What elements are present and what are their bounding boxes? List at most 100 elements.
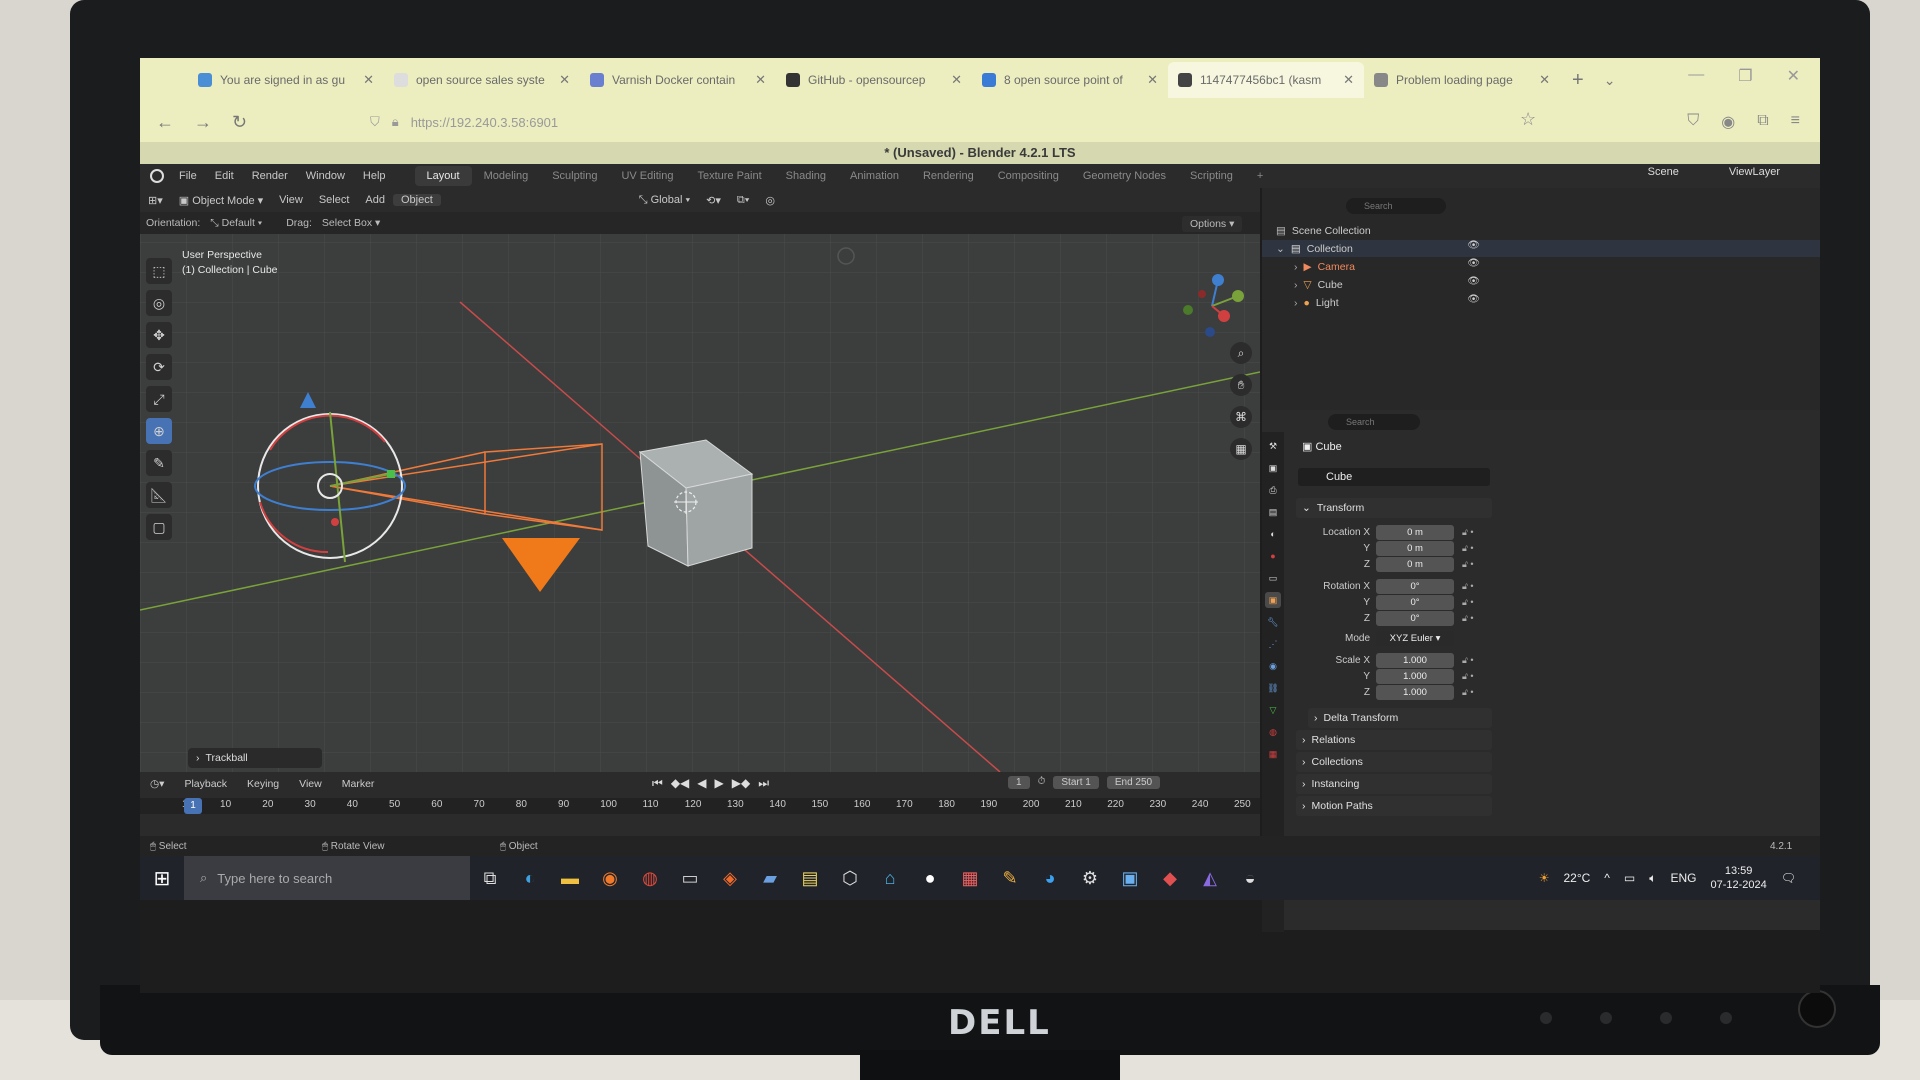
maximize-icon[interactable]: ❐	[1738, 66, 1752, 86]
notepad-icon[interactable]: ▤	[790, 856, 830, 900]
blender-logo-icon[interactable]	[150, 169, 164, 183]
tab-modeling[interactable]: Modeling	[472, 170, 541, 182]
tab-close-icon[interactable]: ✕	[1147, 72, 1158, 88]
scale-x-field[interactable]: 1.000	[1376, 652, 1454, 668]
camera-view-icon[interactable]: ⌘	[1230, 406, 1252, 428]
rotate-tool-icon[interactable]: ⟳	[146, 354, 172, 380]
mode-selector[interactable]: ▣ Object Mode ▾	[171, 194, 271, 207]
transform-section-header[interactable]: ⌄ Transform	[1296, 498, 1492, 518]
view-layer-selector[interactable]: ViewLayer	[1729, 166, 1780, 178]
notifications-icon[interactable]: 🗨︎	[1781, 871, 1796, 885]
timeline-menu-view[interactable]: View	[289, 778, 332, 790]
monitor-button[interactable]	[1540, 1012, 1552, 1024]
menu-file[interactable]: File	[170, 170, 206, 182]
scale-y-field[interactable]: 1.000	[1376, 668, 1454, 684]
tab-compositing[interactable]: Compositing	[986, 170, 1071, 182]
account-icon[interactable]: ◉	[1721, 112, 1735, 132]
outliner-scene-collection[interactable]: ▤ Scene Collection	[1262, 222, 1820, 239]
app-icon[interactable]: ◈	[710, 856, 750, 900]
menu-icon[interactable]: ≡	[1791, 112, 1800, 132]
tab-animation[interactable]: Animation	[838, 170, 911, 182]
play-reverse-icon[interactable]: ◀	[697, 776, 706, 791]
timeline-editor-type-icon[interactable]: ◷▾	[140, 778, 174, 790]
url-field[interactable]: ⛉ 🔒︎ https://192.240.3.58:6901	[370, 108, 1520, 136]
lock-icon[interactable]: 🔓︎ •	[1462, 581, 1473, 592]
proportional-edit-icon[interactable]: ◎	[757, 194, 783, 207]
settings-gear-icon[interactable]: ⚙	[1070, 856, 1110, 900]
header-select[interactable]: Select	[311, 194, 358, 206]
prev-keyframe-icon[interactable]: ◆◀	[671, 776, 689, 791]
tab-geometry-nodes[interactable]: Geometry Nodes	[1071, 170, 1178, 182]
browser-tab[interactable]: 8 open source point of ✕	[972, 62, 1168, 98]
tab-rendering[interactable]: Rendering	[911, 170, 986, 182]
transform-tool-icon[interactable]: ⊕	[146, 418, 172, 444]
constraints-tab-icon[interactable]: ⛓	[1265, 680, 1281, 696]
header-add[interactable]: Add	[357, 194, 393, 206]
monitor-button[interactable]	[1720, 1012, 1732, 1024]
material-tab-icon[interactable]: ◍	[1265, 724, 1281, 740]
tray-chevron-up-icon[interactable]: ^	[1604, 871, 1610, 885]
next-keyframe-icon[interactable]: ▶◆	[732, 776, 750, 791]
outliner-item-cube[interactable]: › ▽ Cube	[1262, 276, 1820, 293]
tab-uv-editing[interactable]: UV Editing	[609, 170, 685, 182]
browser-tab[interactable]: GitHub - opensourcep ✕	[776, 62, 972, 98]
app-icon[interactable]: ▦	[950, 856, 990, 900]
timeline-ruler[interactable]: 1102030405060708090100110120130140150160…	[140, 798, 1260, 814]
tab-sculpting[interactable]: Sculpting	[540, 170, 609, 182]
extensions-icon[interactable]: ⧉	[1757, 112, 1768, 132]
delta-transform-section[interactable]: › Delta Transform	[1308, 708, 1492, 728]
volume-icon[interactable]: 🔈︎	[1649, 871, 1656, 886]
modifier-tab-icon[interactable]: 🔧︎	[1265, 614, 1281, 630]
network-icon[interactable]: ▭	[1624, 871, 1635, 885]
relations-section[interactable]: › Relations	[1296, 730, 1492, 750]
menu-edit[interactable]: Edit	[206, 170, 243, 182]
app-icon[interactable]: ◆	[1150, 856, 1190, 900]
header-object[interactable]: Object	[392, 194, 441, 206]
lock-icon[interactable]: 🔓︎ •	[1462, 527, 1473, 538]
rotation-x-field[interactable]: 0°	[1376, 578, 1454, 594]
bookmark-star-icon[interactable]: ☆	[1520, 109, 1536, 130]
outliner-search[interactable]: Search	[1346, 198, 1446, 214]
scale-z-field[interactable]: 1.000	[1376, 684, 1454, 700]
taskbar-search[interactable]: ⌕ Type here to search	[184, 856, 470, 900]
collection-tab-icon[interactable]: ▭	[1265, 570, 1281, 586]
location-z-field[interactable]: 0 m	[1376, 556, 1454, 572]
physics-tab-icon[interactable]: ◉	[1265, 658, 1281, 674]
windows-start-icon[interactable]: ⊞	[140, 856, 184, 900]
tab-close-icon[interactable]: ✕	[755, 72, 766, 88]
location-x-field[interactable]: 0 m	[1376, 524, 1454, 540]
tab-layout[interactable]: Layout	[414, 166, 472, 186]
tool-tab-icon[interactable]: ⚒	[1265, 438, 1281, 454]
data-tab-icon[interactable]: ▽	[1265, 702, 1281, 718]
menu-help[interactable]: Help	[354, 170, 395, 182]
zoom-icon[interactable]: ⌕	[1230, 342, 1252, 364]
clock[interactable]: 13:59 07-12-2024	[1710, 864, 1766, 892]
browser-tab[interactable]: 1147477456bc1 (kasm ✕	[1168, 62, 1364, 98]
menu-window[interactable]: Window	[297, 170, 354, 182]
eye-icon[interactable]: 👁︎	[1467, 240, 1480, 251]
pan-hand-icon[interactable]: ✋︎	[1230, 374, 1252, 396]
tab-close-icon[interactable]: ✕	[1539, 72, 1550, 88]
cube-app-icon[interactable]: ⬡	[830, 856, 870, 900]
power-button[interactable]	[1798, 990, 1836, 1028]
chrome-icon[interactable]: ◍	[630, 856, 670, 900]
app-icon[interactable]: ◕	[1030, 856, 1070, 900]
browser-tab[interactable]: Varnish Docker contain ✕	[580, 62, 776, 98]
texture-tab-icon[interactable]: ▦	[1265, 746, 1281, 762]
view-layer-tab-icon[interactable]: ▤	[1265, 504, 1281, 520]
outliner-item-light[interactable]: › ● Light	[1262, 294, 1820, 311]
measure-tool-icon[interactable]: 📐︎	[146, 482, 172, 508]
file-explorer-icon[interactable]: ▬	[550, 856, 590, 900]
lock-icon[interactable]: 🔓︎ •	[1462, 613, 1473, 624]
task-view-icon[interactable]: ⧉	[470, 856, 510, 900]
playhead[interactable]: 1	[184, 798, 202, 814]
tab-texture-paint[interactable]: Texture Paint	[685, 170, 773, 182]
pivot-icon[interactable]: ⟲▾	[698, 194, 729, 207]
scene-tab-icon[interactable]: ◐	[1265, 526, 1281, 542]
particles-tab-icon[interactable]: ⋰	[1265, 636, 1281, 652]
end-frame-field[interactable]: End 250	[1106, 776, 1161, 789]
minimize-icon[interactable]: —	[1688, 66, 1704, 86]
object-name-field[interactable]: Cube	[1298, 468, 1490, 486]
forward-icon[interactable]: →	[194, 112, 212, 133]
options-button[interactable]: Options ▾	[1182, 216, 1243, 232]
